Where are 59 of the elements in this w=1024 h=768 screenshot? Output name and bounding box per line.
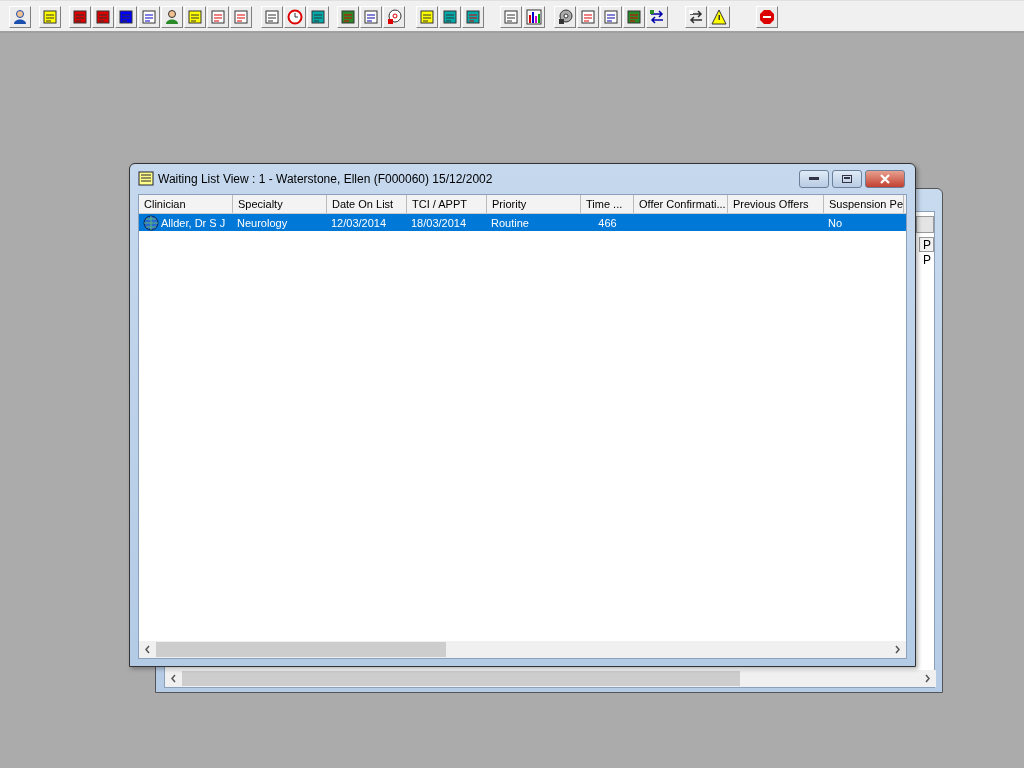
- table-cell-text: P: [922, 252, 932, 268]
- form-button[interactable]: [360, 6, 382, 28]
- notepad-button[interactable]: [184, 6, 206, 28]
- document-button[interactable]: [115, 6, 137, 28]
- minimize-icon: [809, 177, 819, 181]
- minimize-button[interactable]: [799, 170, 829, 188]
- bar-chart-button[interactable]: [523, 6, 545, 28]
- form-button[interactable]: [623, 6, 645, 28]
- swap-button[interactable]: [685, 6, 707, 28]
- globe-icon: [143, 214, 159, 231]
- arrows-icon: [649, 9, 665, 25]
- scroll-thumb[interactable]: [182, 671, 740, 686]
- stop-sign-icon: [759, 9, 775, 25]
- table-cell: Allder, Dr S J: [161, 216, 226, 229]
- table-cell: Neurology: [237, 216, 288, 229]
- tab-button[interactable]: [916, 216, 934, 233]
- scroll-thumb[interactable]: [156, 642, 446, 657]
- nurse-button[interactable]: [161, 6, 183, 28]
- form-button[interactable]: [577, 6, 599, 28]
- warning-icon: [711, 9, 727, 25]
- person-button[interactable]: [9, 6, 31, 28]
- table-cell: 18/03/2014: [411, 216, 467, 229]
- swap-icon: [688, 9, 704, 25]
- horizontal-scrollbar[interactable]: [165, 670, 936, 687]
- disc-button[interactable]: [554, 6, 576, 28]
- nurse-icon: [164, 9, 180, 25]
- notepad-icon: [419, 9, 435, 25]
- form-icon: [603, 9, 619, 25]
- horizontal-scrollbar[interactable]: [139, 641, 906, 658]
- form-icon: [626, 9, 642, 25]
- close-icon: [879, 174, 891, 184]
- document-icon: [503, 9, 519, 25]
- form-icon: [580, 9, 596, 25]
- table-cell: 12/03/2014: [331, 216, 387, 229]
- maximize-button[interactable]: [832, 170, 862, 188]
- bar-chart-icon: [526, 9, 542, 25]
- document-icon: [118, 9, 134, 25]
- arrows-button[interactable]: [646, 6, 668, 28]
- clock-button[interactable]: [284, 6, 306, 28]
- person-icon: [12, 9, 28, 25]
- form-icon: [363, 9, 379, 25]
- list-document-icon: [138, 171, 154, 187]
- table-cell: No: [828, 216, 843, 229]
- column-header[interactable]: P: [919, 237, 934, 252]
- table-row[interactable]: Allder, Dr S J Neurology 12/03/2014 18/03/2014 Routine 466 No: [139, 214, 906, 231]
- form-button[interactable]: [600, 6, 622, 28]
- disc-icon: [557, 9, 573, 25]
- close-button[interactable]: [865, 170, 905, 188]
- warning-button[interactable]: [708, 6, 730, 28]
- table-cell: Routine: [491, 216, 529, 229]
- notepad-button[interactable]: [416, 6, 438, 28]
- window-title: Waiting List View : 1 - Waterstone, Ellen (F000060) 15/12/2002: [158, 172, 494, 186]
- stop-sign-button[interactable]: [756, 6, 778, 28]
- disc-icon: [386, 9, 402, 25]
- clock-icon: [287, 9, 303, 25]
- disc-button[interactable]: [383, 6, 405, 28]
- notepad-icon: [187, 9, 203, 25]
- restore-icon: [842, 175, 852, 183]
- table-cell: 466: [598, 216, 617, 229]
